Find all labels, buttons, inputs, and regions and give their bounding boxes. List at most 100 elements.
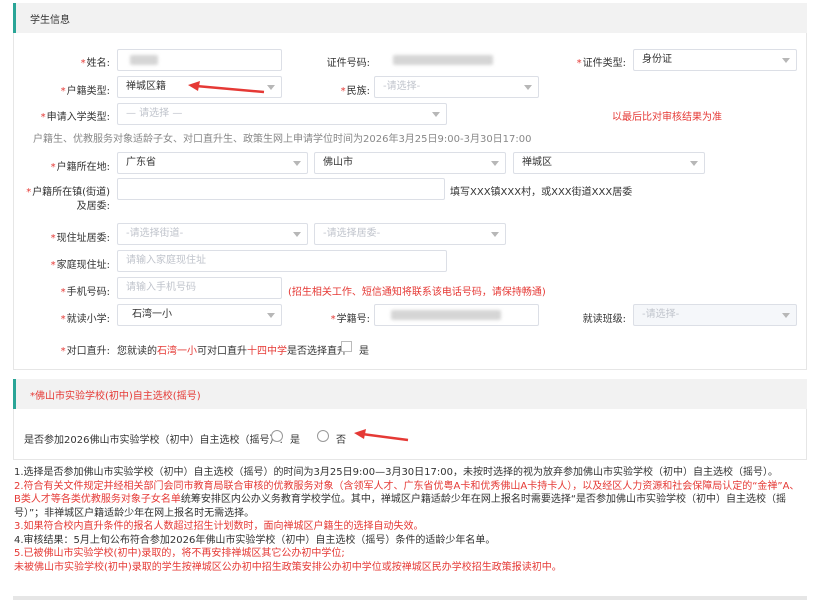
- direct-post: 是否选择直升: [287, 346, 347, 357]
- name-redacted: [130, 55, 158, 65]
- apply-hint: 户籍生、优教服务对象适龄子女、对口直升生、政策生网上申请学位时间为2026年3月…: [33, 134, 532, 145]
- required-mark: *: [60, 346, 66, 357]
- phone-note: (招生相关工作、短信通知将联系该电话号码，请保持畅通): [288, 287, 546, 298]
- required-mark: *: [330, 314, 336, 325]
- apply-type-label: *申请入学类型:: [40, 112, 110, 123]
- student-no-input[interactable]: [374, 304, 539, 326]
- district-select[interactable]: 禅城区: [513, 152, 705, 174]
- class-label: 就读班级:: [582, 314, 626, 325]
- apply-type-select[interactable]: — 请选择 —: [117, 103, 447, 125]
- required-mark: *: [40, 112, 46, 123]
- rule-4: 4.审核结果：5月上旬公布符合参加2026年佛山市实验学校（初中）自主选校（摇号…: [14, 534, 496, 546]
- current-committee-label: *现住址居委:: [50, 233, 110, 244]
- lottery-yes-label: 是: [290, 435, 300, 446]
- rule-5a: 5.已被佛山市实验学校(初中)录取的，将不再安排禅城区其它公办初中学位;: [14, 548, 345, 559]
- school-select[interactable]: 石湾一小: [117, 304, 282, 326]
- required-mark: *: [50, 233, 56, 244]
- class-placeholder: -请选择-: [642, 309, 680, 320]
- required-mark: *: [60, 314, 66, 325]
- rule-2: 2.符合有关文件规定并经相关部门会同市教育局联合审核的优教服务对象（含领军人才、…: [14, 480, 804, 521]
- province-value: 广东省: [126, 157, 156, 168]
- id-no-field: [374, 49, 539, 71]
- direct-pre: 您就读的: [117, 346, 157, 357]
- rule-5b: 未被佛山市实验学校(初中)录取的学生按禅城区公办初中招生政策安排公办初中学位或按…: [14, 561, 562, 573]
- student-info-title: 学生信息: [30, 15, 70, 26]
- required-mark: *: [60, 86, 66, 97]
- chevron-down-icon: [690, 161, 698, 166]
- rules-block: 1.选择是否参加佛山市实验学校（初中）自主选校（摇号）的时间为3月25日9:00…: [14, 466, 804, 574]
- chevron-down-icon: [491, 161, 499, 166]
- town-label-line2: 及居委:: [76, 201, 110, 212]
- lottery-no-radio[interactable]: [317, 430, 329, 442]
- home-addr-input[interactable]: 请输入家庭现住址: [117, 250, 447, 272]
- chevron-down-icon: [524, 85, 532, 90]
- lottery-question: 是否参加2026佛山市实验学校（初中）自主选校（摇号）:: [24, 435, 283, 446]
- committee-select[interactable]: -请选择居委-: [314, 223, 506, 245]
- phone-input[interactable]: 请输入手机号码: [117, 277, 282, 299]
- hukou-type-value: 禅城区籍: [126, 81, 166, 92]
- id-no-label: 证件号码:: [326, 58, 370, 69]
- direct-target: 十四中学: [247, 346, 287, 357]
- province-select[interactable]: 广东省: [117, 152, 308, 174]
- ethnicity-label: *民族:: [340, 86, 370, 97]
- name-input[interactable]: [117, 49, 282, 71]
- required-mark: *: [50, 162, 56, 173]
- rule-1: 1.选择是否参加佛山市实验学校（初中）自主选校（摇号）的时间为3月25日9:00…: [14, 467, 778, 478]
- bottom-divider: [13, 596, 807, 600]
- required-mark: *: [60, 287, 66, 298]
- class-select[interactable]: -请选择-: [633, 304, 797, 326]
- chevron-down-icon: [491, 232, 499, 237]
- street-placeholder: -请选择街道-: [126, 228, 184, 239]
- direct-checkbox[interactable]: [341, 341, 352, 352]
- student-no-redacted: [391, 310, 501, 320]
- student-info-header: 学生信息: [13, 3, 807, 33]
- chevron-down-icon: [432, 112, 440, 117]
- chevron-down-icon: [267, 313, 275, 318]
- hukou-type-label: *户籍类型:: [60, 86, 110, 97]
- rule-3: 3.如果符合校内直升条件的报名人数超过招生计划数时，面向禅城区户籍生的选择自动失…: [14, 521, 424, 532]
- required-mark: *: [340, 86, 346, 97]
- apply-note: 以最后比对审核结果为准: [612, 112, 722, 123]
- town-label-line1: *户籍所在镇(街道): [26, 187, 110, 198]
- direct-mid: 可对口直升: [197, 346, 247, 357]
- id-type-select[interactable]: 身份证: [633, 49, 797, 71]
- required-mark: *: [576, 58, 582, 69]
- hukou-loc-label: *户籍所在地:: [50, 162, 110, 173]
- annotation-arrow-icon: [354, 429, 409, 442]
- phone-placeholder: 请输入手机号码: [126, 282, 196, 293]
- lottery-yes-radio[interactable]: [271, 430, 283, 442]
- ethnicity-select[interactable]: -请选择-: [374, 76, 539, 98]
- home-addr-placeholder: 请输入家庭现住址: [126, 255, 206, 266]
- school-value: 石湾一小: [132, 309, 172, 320]
- chevron-down-icon: [782, 313, 790, 318]
- committee-placeholder: -请选择居委-: [323, 228, 381, 239]
- direct-yes-label: 是: [359, 346, 369, 357]
- home-addr-label: *家庭现住址:: [50, 260, 110, 271]
- direct-school: 石湾一小: [157, 346, 197, 357]
- city-value: 佛山市: [323, 157, 353, 168]
- id-type-label: *证件类型:: [576, 58, 626, 69]
- lottery-section-title: *佛山市实验学校(初中)自主选校(摇号): [30, 391, 201, 402]
- town-input[interactable]: [117, 178, 445, 200]
- chevron-down-icon: [782, 58, 790, 63]
- id-no-redacted: [393, 55, 493, 65]
- lottery-section-header: *佛山市实验学校(初中)自主选校(摇号): [13, 379, 807, 409]
- chevron-down-icon: [293, 161, 301, 166]
- student-no-label: *学籍号:: [330, 314, 370, 325]
- school-label: *就读小学:: [60, 314, 110, 325]
- id-type-value: 身份证: [642, 54, 672, 65]
- town-hint: 填写XXX镇XXX村，或XXX街道XXX居委: [450, 187, 633, 198]
- chevron-down-icon: [267, 85, 275, 90]
- required-mark: *: [80, 58, 86, 69]
- city-select[interactable]: 佛山市: [314, 152, 506, 174]
- direct-text: 您就读的石湾一小可对口直升十四中学是否选择直升: [117, 342, 347, 357]
- chevron-down-icon: [293, 232, 301, 237]
- lottery-no-label: 否: [336, 435, 346, 446]
- apply-type-placeholder: — 请选择 —: [126, 108, 183, 119]
- district-value: 禅城区: [522, 157, 552, 168]
- ethnicity-placeholder: -请选择-: [383, 81, 421, 92]
- direct-label: *对口直升:: [60, 346, 110, 357]
- name-label: *姓名:: [80, 58, 110, 69]
- street-select[interactable]: -请选择街道-: [117, 223, 308, 245]
- required-mark: *: [50, 260, 56, 271]
